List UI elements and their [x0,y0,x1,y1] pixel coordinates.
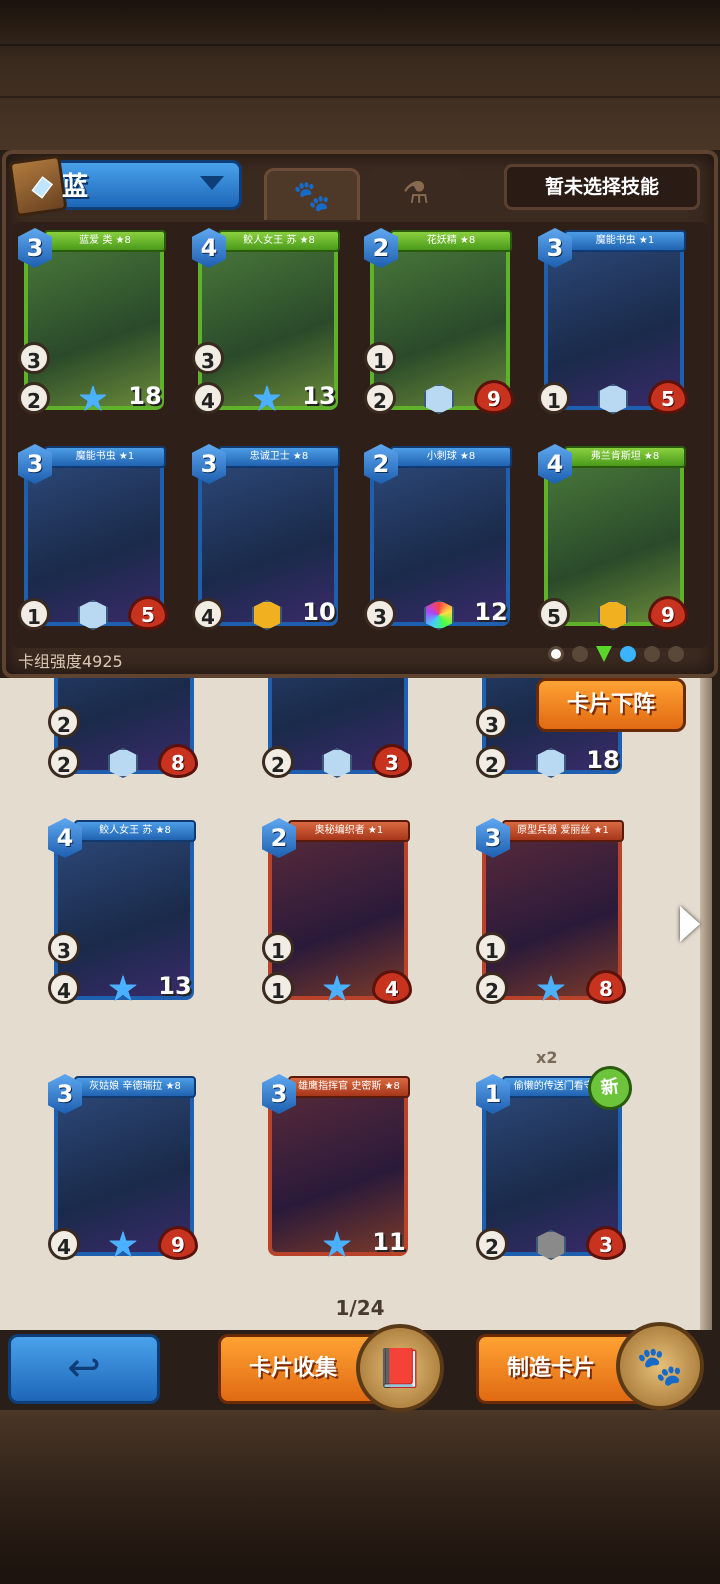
card-health: 5 [128,596,168,630]
card-attack: 4 [192,598,224,630]
card[interactable]: 蓝爱 类 ★8 3 3 2 18 [18,228,168,414]
card-name: 原型兵器 爱丽丝 ★1 [502,820,624,842]
card-name: 弗兰肯斯坦 ★8 [564,446,686,468]
card-health: 3 [586,1226,626,1260]
card-health: 3 [372,744,412,778]
card-attack: 1 [18,598,50,630]
card-health: 12 [474,598,508,626]
card-ability-value: 3 [476,706,508,738]
card-attack: 2 [48,746,80,778]
remove-card-button[interactable]: 卡片下阵 [536,678,686,732]
card-health: 10 [302,598,336,626]
card-attack: 1 [262,972,294,1004]
card[interactable]: 奥秘编织者 ★1 2 1 1 4 [262,818,412,1004]
tab-cards[interactable]: 🐾 [264,168,360,220]
card[interactable]: 弗兰肯斯坦 ★8 4 5 9 [538,444,688,630]
card-ability-value: 1 [364,342,396,374]
card-health: 18 [128,382,162,410]
card-health: 8 [158,744,198,778]
card-health: 13 [158,972,192,1000]
filter-icon[interactable] [644,646,660,662]
card-attack: 2 [476,1228,508,1260]
filter-icons [548,646,684,662]
back-arrow-icon: ↩ [67,1345,101,1391]
filter-water-icon[interactable] [620,646,636,662]
card-attack: 5 [538,598,570,630]
card-health: 13 [302,382,336,410]
card-name: 蓝爱 类 ★8 [44,230,166,252]
filter-all-icon[interactable] [548,646,564,662]
card-health: 9 [648,596,688,630]
card[interactable]: 灰姑娘 辛德瑞拉 ★8 3 4 9 [48,1074,198,1260]
card[interactable]: 鲛人女王 苏 ★8 4 3 4 13 [192,228,342,414]
card-name: 鲛人女王 苏 ★8 [74,820,196,842]
card-name: 奥秘编织者 ★1 [288,820,410,842]
card-attack: 4 [48,1228,80,1260]
card-book-icon[interactable]: 📕 [356,1324,444,1412]
card-attack: 1 [538,382,570,414]
filter-green-icon[interactable] [596,646,612,662]
deck-book-icon [8,154,68,218]
card[interactable]: 魔能书虫 ★1 3 1 5 [538,228,688,414]
bottom-wood-background [0,1410,720,1584]
deck-power-label: 卡组强度4925 [18,652,123,671]
card-attack: 2 [364,382,396,414]
card[interactable]: 魔能书虫 ★1 3 1 5 [18,444,168,630]
card-attack: 3 [364,598,396,630]
card[interactable]: 雄鹰指挥官 史密斯 ★8 3 11 [262,1074,412,1260]
card-ability-value: 3 [18,342,50,374]
card[interactable]: 鲛人女王 苏 ★8 4 3 4 13 [48,818,198,1004]
paw-icon: 🐾 [293,179,331,214]
card-name: 魔能书虫 ★1 [44,446,166,468]
back-button[interactable]: ↩ [8,1334,160,1404]
card-name: 魔能书虫 ★1 [564,230,686,252]
card-health: 11 [372,1228,406,1256]
card-ability-value: 2 [48,706,80,738]
card-name: 小刺球 ★8 [390,446,512,468]
card-attack: 2 [18,382,50,414]
top-wood-background [0,0,720,150]
page-indicator: 1/24 [335,1296,385,1320]
card[interactable]: 原型兵器 爱丽丝 ★1 3 1 2 8 [476,818,626,1004]
chevron-down-icon[interactable] [200,176,224,190]
skill-select-button[interactable]: 暂未选择技能 [504,164,700,210]
card-health: 9 [474,380,514,414]
card[interactable]: 偷懒的传送门看守 ★1 1 2 3 新 x2 [476,1048,635,1260]
potion-icon: ⚗ [402,176,430,211]
card-health: 18 [586,746,620,774]
tab-potions[interactable]: ⚗ [368,168,464,220]
card-attack: 2 [476,746,508,778]
card-health: 8 [586,970,626,1004]
card-health: 5 [648,380,688,414]
card-attack: 4 [192,382,224,414]
craft-jar-icon[interactable]: 🐾 [616,1322,704,1410]
next-page-arrow-icon[interactable] [680,906,700,942]
deck-name: 蓝 [62,172,89,202]
card-attack: 2 [476,972,508,1004]
card-health: 4 [372,970,412,1004]
card-name: 忠诚卫士 ★8 [218,446,340,468]
card-ability-value: 1 [476,932,508,964]
card-attack: 2 [262,746,294,778]
filter-icon[interactable] [668,646,684,662]
card[interactable]: 小刺球 ★8 2 3 12 [364,444,514,630]
card-name: 雄鹰指挥官 史密斯 ★8 [288,1076,410,1098]
card-attack: 4 [48,972,80,1004]
filter-icon[interactable] [572,646,588,662]
card-name: 花妖精 ★8 [390,230,512,252]
card-name: 灰姑娘 辛德瑞拉 ★8 [74,1076,196,1098]
card-health: 9 [158,1226,198,1260]
card[interactable]: 忠诚卫士 ★8 3 4 10 [192,444,342,630]
card-ability-value: 3 [48,932,80,964]
card-count: x2 [536,1048,558,1067]
card[interactable]: 花妖精 ★8 2 1 2 9 [364,228,514,414]
card-ability-value: 1 [262,932,294,964]
card-ability-value: 3 [192,342,224,374]
card-name: 鲛人女王 苏 ★8 [218,230,340,252]
